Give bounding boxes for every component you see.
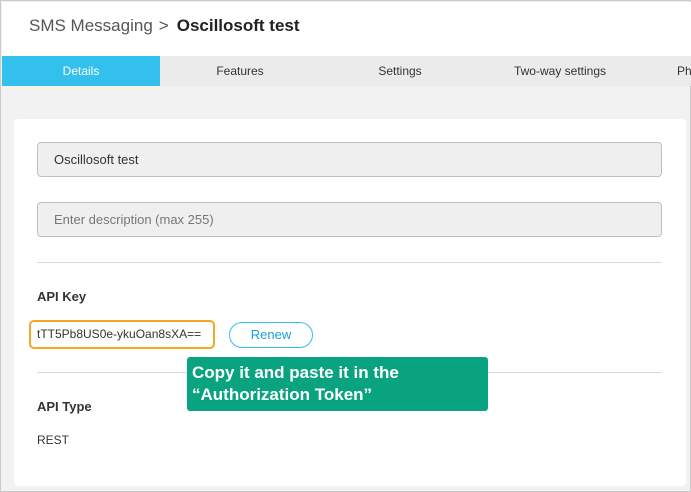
api-key-label: API Key (37, 289, 87, 304)
app-window: SMS Messaging > Oscillosoft test Details F… (0, 0, 691, 492)
description-field[interactable]: Enter description (max 255) (37, 202, 662, 237)
divider (37, 262, 662, 263)
breadcrumb-separator: > (158, 16, 169, 35)
callout-line-1: Copy it and paste it in the (192, 363, 399, 382)
tab-phone[interactable]: Ph (640, 56, 691, 86)
tab-settings[interactable]: Settings (320, 56, 480, 86)
tab-details[interactable]: Details (2, 56, 160, 86)
page-header: SMS Messaging > Oscillosoft test (2, 2, 691, 56)
breadcrumb-current: Oscillosoft test (176, 16, 300, 35)
tab-features[interactable]: Features (160, 56, 320, 86)
instruction-callout: Copy it and paste it in the “Authorizati… (187, 357, 488, 411)
tab-bar: Details Features Settings Two-way settin… (2, 56, 691, 86)
callout-line-2: “Authorization Token” (192, 385, 373, 404)
tab-two-way-settings[interactable]: Two-way settings (480, 56, 640, 86)
api-type-value: REST (37, 433, 70, 447)
details-card: Oscillosoft test Enter description (max … (14, 119, 686, 486)
breadcrumb-root-link[interactable]: SMS Messaging (29, 16, 153, 35)
breadcrumb: SMS Messaging > Oscillosoft test (29, 15, 300, 37)
api-key-value[interactable]: tTT5Pb8US0e-ykuOan8sXA== (29, 320, 215, 349)
api-type-label: API Type (37, 399, 92, 414)
name-field[interactable]: Oscillosoft test (37, 142, 662, 177)
renew-button[interactable]: Renew (229, 322, 313, 348)
